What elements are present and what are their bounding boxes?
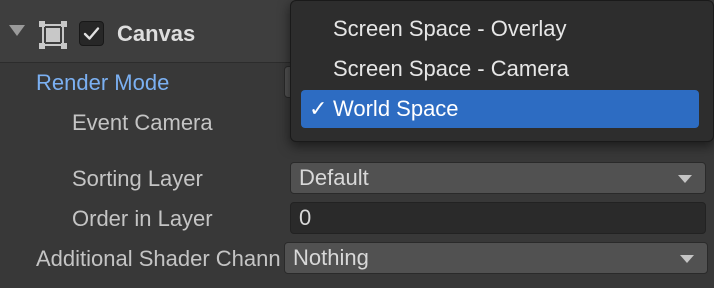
chevron-down-icon [678, 175, 692, 183]
sorting-layer-dropdown[interactable]: Default [290, 162, 706, 194]
additional-shader-channels-dropdown[interactable]: Nothing [284, 242, 708, 274]
sorting-layer-label: Sorting Layer [72, 166, 203, 191]
checkmark-icon: ✓ [309, 96, 328, 121]
option-label: World Space [333, 96, 459, 121]
component-title: Canvas [117, 21, 196, 46]
option-label: Screen Space - Camera [333, 56, 569, 81]
checkmark-icon [83, 27, 100, 40]
option-label: Screen Space - Overlay [333, 16, 567, 41]
sorting-layer-value: Default [299, 165, 369, 190]
order-in-layer-label: Order in Layer [72, 206, 213, 231]
menu-option-screen-space-camera[interactable]: Screen Space - Camera [301, 50, 699, 88]
chevron-down-icon [680, 255, 694, 263]
component-enabled-checkbox[interactable] [79, 21, 104, 46]
additional-shader-channels-label: Additional Shader Channels [36, 246, 280, 271]
menu-option-screen-space-overlay[interactable]: Screen Space - Overlay [301, 10, 699, 48]
order-in-layer-value: 0 [299, 205, 312, 230]
canvas-component-icon [39, 21, 67, 49]
render-mode-label: Render Mode [36, 70, 170, 95]
foldout-arrow-icon[interactable] [9, 25, 25, 36]
event-camera-label: Event Camera [72, 110, 213, 135]
render-mode-menu: Screen Space - Overlay Screen Space - Ca… [290, 0, 714, 142]
menu-option-world-space[interactable]: ✓ World Space [301, 90, 699, 128]
order-in-layer-input[interactable]: 0 [290, 202, 706, 234]
additional-shader-channels-value: Nothing [293, 245, 369, 270]
